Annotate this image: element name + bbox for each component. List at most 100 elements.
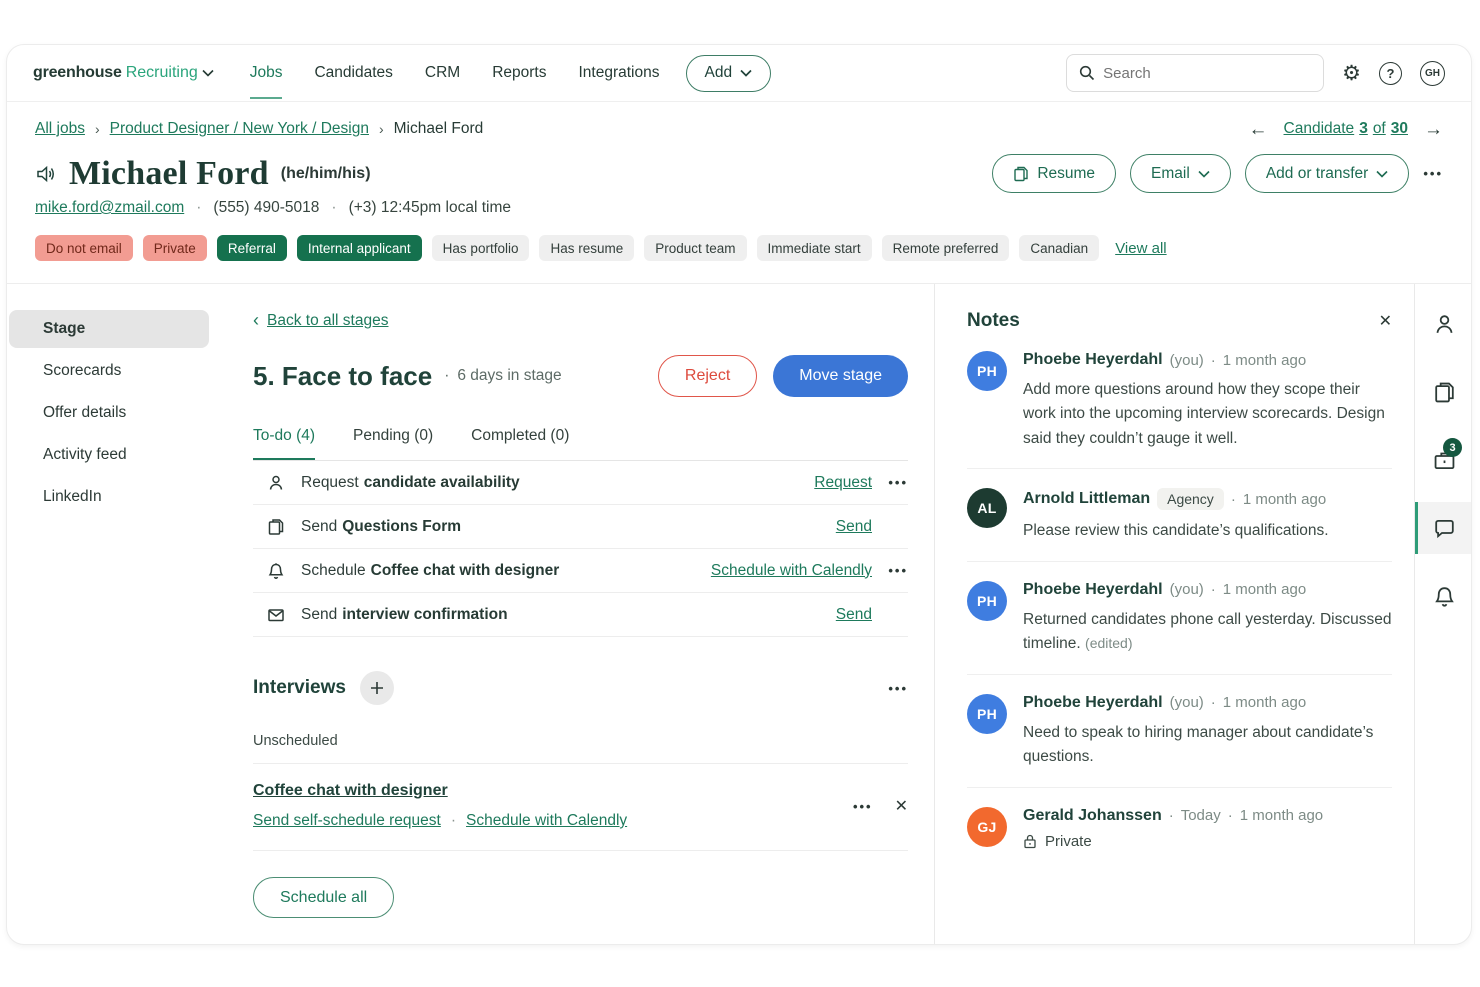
speaker-icon xyxy=(35,163,57,185)
search-icon xyxy=(1079,65,1095,81)
note-body: Add more questions around how they scope… xyxy=(1023,378,1392,451)
schedule-all-button[interactable]: Schedule all xyxy=(253,877,394,918)
breadcrumb-separator: › xyxy=(95,121,100,137)
candidate-tags: Do not email Private Referral Internal a… xyxy=(35,235,1443,283)
nav-integrations[interactable]: Integrations xyxy=(579,47,660,99)
add-button[interactable]: Add xyxy=(686,55,772,92)
candidate-pager-link[interactable]: Candidate 3 of 30 xyxy=(1284,120,1408,138)
note-timestamp: 1 month ago xyxy=(1243,491,1326,508)
dot-separator: · xyxy=(1228,807,1233,824)
send-self-schedule-link[interactable]: Send self-schedule request xyxy=(253,812,441,830)
nav-reports[interactable]: Reports xyxy=(492,47,546,99)
note-edited-flag: (edited) xyxy=(1085,635,1132,651)
right-icon-rail: 3 xyxy=(1414,284,1471,944)
dot-separator: · xyxy=(451,812,456,830)
note-timestamp: 1 month ago xyxy=(1223,581,1306,598)
rail-documents-button[interactable] xyxy=(1415,366,1471,418)
candidate-pronouns: (he/him/his) xyxy=(281,165,371,183)
rail-notes-button[interactable] xyxy=(1415,502,1471,554)
greenhouse-logo[interactable]: greenhouse Recruiting xyxy=(33,64,214,82)
settings-button[interactable]: ⚙ xyxy=(1342,63,1361,84)
sidebar-item-activity-feed[interactable]: Activity feed xyxy=(9,436,209,474)
task-prefix: Send xyxy=(301,518,337,536)
breadcrumb-all-jobs[interactable]: All jobs xyxy=(35,120,85,138)
dot-separator: · xyxy=(1169,807,1174,824)
reject-button[interactable]: Reject xyxy=(658,355,757,397)
next-candidate-button[interactable]: → xyxy=(1424,120,1443,139)
search-input[interactable] xyxy=(1103,65,1311,82)
note-private-flag: Private xyxy=(1023,833,1392,850)
interview-item: Coffee chat with designer Send self-sche… xyxy=(253,764,908,851)
sidebar-item-scorecards[interactable]: Scorecards xyxy=(9,352,209,390)
chat-bubble-icon xyxy=(1433,517,1456,540)
add-interview-button[interactable] xyxy=(360,671,394,705)
note-you: (you) xyxy=(1170,581,1204,598)
nav-jobs[interactable]: Jobs xyxy=(250,47,283,99)
tag-has-portfolio: Has portfolio xyxy=(432,235,530,261)
sidebar-item-stage[interactable]: Stage xyxy=(9,310,209,348)
sidebar-item-offer-details[interactable]: Offer details xyxy=(9,394,209,432)
task-title: Coffee chat with designer xyxy=(371,562,560,580)
notes-panel: Notes ✕ PH Phoebe Heyerdahl (you) · 1 mo… xyxy=(934,284,1414,944)
tag-internal-applicant: Internal applicant xyxy=(297,235,422,261)
send-questions-form-link[interactable]: Send xyxy=(836,518,872,536)
task-tabs: To-do (4) Pending (0) Completed (0) xyxy=(253,427,908,461)
top-nav: greenhouse Recruiting Jobs Candidates CR… xyxy=(7,45,1471,102)
send-interview-confirmation-link[interactable]: Send xyxy=(836,606,872,624)
stage-panel: ‹ Back to all stages 5. Face to face · 6… xyxy=(213,284,934,944)
breadcrumb-job[interactable]: Product Designer / New York / Design xyxy=(110,120,369,138)
primary-nav: Jobs Candidates CRM Reports Integrations xyxy=(250,47,660,99)
resume-button[interactable]: Resume xyxy=(992,154,1116,193)
view-all-tags-link[interactable]: View all xyxy=(1115,240,1166,257)
more-actions-button[interactable]: ••• xyxy=(1423,166,1443,181)
nav-candidates[interactable]: Candidates xyxy=(314,47,392,99)
tab-pending[interactable]: Pending (0) xyxy=(353,427,433,460)
note-timestamp: 1 month ago xyxy=(1240,807,1323,824)
account-menu[interactable]: GH xyxy=(1420,61,1445,86)
schedule-with-calendly-link[interactable]: Schedule with Calendly xyxy=(466,812,627,830)
avatar: PH xyxy=(967,694,1007,734)
interviews-menu-button[interactable]: ••• xyxy=(888,681,908,696)
candidate-email-link[interactable]: mike.ford@zmail.com xyxy=(35,199,184,217)
sidebar-item-linkedin[interactable]: LinkedIn xyxy=(9,478,209,516)
task-prefix: Schedule xyxy=(301,562,366,580)
tab-completed[interactable]: Completed (0) xyxy=(471,427,569,460)
rail-interview-kit-button[interactable]: 3 xyxy=(1415,434,1471,486)
stage-actions: Reject Move stage xyxy=(658,355,908,397)
move-stage-button[interactable]: Move stage xyxy=(773,355,908,397)
interview-menu-button[interactable]: ••• xyxy=(853,799,873,814)
task-menu-button[interactable]: ••• xyxy=(888,475,908,490)
remove-interview-button[interactable]: ✕ xyxy=(895,796,908,816)
request-availability-link[interactable]: Request xyxy=(814,474,872,492)
tab-todo[interactable]: To-do (4) xyxy=(253,427,315,460)
tag-do-not-email: Do not email xyxy=(35,235,133,261)
pages-icon xyxy=(1433,381,1456,404)
lock-icon xyxy=(1023,834,1037,849)
note-body: Returned candidates phone call yesterday… xyxy=(1023,608,1392,657)
add-or-transfer-button[interactable]: Add or transfer xyxy=(1245,154,1410,193)
app-card: greenhouse Recruiting Jobs Candidates CR… xyxy=(6,44,1472,945)
pages-icon xyxy=(1013,166,1029,182)
rail-notifications-button[interactable] xyxy=(1415,570,1471,622)
pronounce-name-button[interactable] xyxy=(35,163,57,185)
prev-candidate-button[interactable]: ← xyxy=(1249,120,1268,139)
interview-title-link[interactable]: Coffee chat with designer xyxy=(253,782,627,800)
chevron-down-icon xyxy=(1376,170,1388,178)
task-menu-button[interactable]: ••• xyxy=(888,563,908,578)
search-box[interactable] xyxy=(1066,54,1324,92)
schedule-with-calendly-link[interactable]: Schedule with Calendly xyxy=(711,562,872,580)
tag-has-resume: Has resume xyxy=(539,235,634,261)
content-body: Stage Scorecards Offer details Activity … xyxy=(7,284,1471,944)
help-button[interactable]: ? xyxy=(1379,62,1402,85)
close-notes-button[interactable]: ✕ xyxy=(1379,311,1392,331)
tag-canadian: Canadian xyxy=(1019,235,1099,261)
nav-crm[interactable]: CRM xyxy=(425,47,460,99)
email-button[interactable]: Email xyxy=(1130,154,1231,193)
candidate-pager: ← Candidate 3 of 30 → xyxy=(1249,120,1443,139)
pages-icon xyxy=(267,518,285,536)
back-to-all-stages-link[interactable]: ‹ Back to all stages xyxy=(253,310,388,331)
rail-candidate-info-button[interactable] xyxy=(1415,298,1471,350)
interview-item-left: Coffee chat with designer Send self-sche… xyxy=(253,782,627,830)
avatar: AL xyxy=(967,488,1007,528)
task-title: Questions Form xyxy=(342,518,461,536)
